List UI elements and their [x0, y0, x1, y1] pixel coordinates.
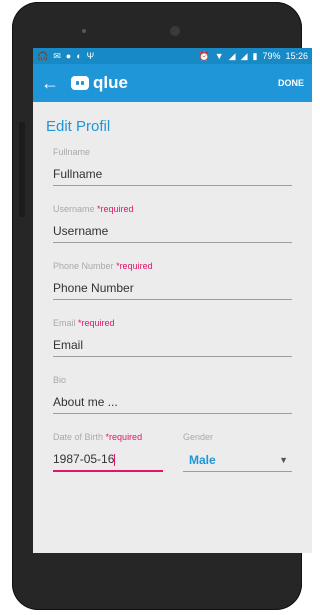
qlue-logo-icon: [71, 76, 89, 90]
fullname-label: Fullname: [53, 147, 91, 157]
email-required: *required: [78, 318, 115, 328]
phone-frame: 🎧 ✉ ● ◐ Ψ ⏰ ▼ ◢ ◢ ▮ 79% 15:26 ← qlue DON…: [12, 2, 312, 610]
gender-label: Gender: [183, 432, 214, 442]
signal-icon: ◢: [228, 50, 236, 61]
front-camera: [170, 26, 180, 36]
email-input[interactable]: Email: [53, 330, 292, 357]
clock: 15:26: [285, 51, 308, 61]
alarm-icon: ⏰: [198, 50, 210, 61]
username-field: Username *required Username: [53, 202, 292, 243]
gender-field: Gender Male ▼: [183, 430, 292, 472]
app-logo: qlue: [71, 73, 128, 93]
bio-input[interactable]: About me ...: [53, 387, 292, 414]
dob-label-text: Date of Birth: [53, 432, 104, 442]
logo-text: qlue: [93, 73, 128, 92]
phone-label: Phone Number *required: [53, 259, 292, 273]
phone-label-text: Phone Number: [53, 261, 114, 271]
dob-gender-row: Date of Birth *required 1987-05-16 Gende…: [53, 430, 292, 472]
back-arrow-icon[interactable]: ←: [41, 73, 63, 94]
edit-profile-form: Edit Profil Fullname Fullname Username *…: [33, 118, 312, 472]
dropdown-arrow-icon: ▼: [279, 455, 288, 465]
battery-percent: 79%: [262, 51, 281, 61]
done-button[interactable]: DONE: [278, 78, 304, 88]
dob-value: 1987-05-16: [53, 452, 115, 466]
phone-input[interactable]: Phone Number: [53, 273, 292, 300]
headphones-icon: 🎧: [37, 50, 49, 61]
fullname-field: Fullname Fullname: [53, 145, 292, 186]
phone-required: *required: [116, 261, 153, 271]
gender-value: Male: [189, 453, 216, 467]
dob-input[interactable]: 1987-05-16: [53, 444, 163, 472]
username-input[interactable]: Username: [53, 216, 292, 243]
chat-icon: ●: [65, 50, 72, 61]
email-label: Email *required: [53, 316, 292, 330]
gender-select[interactable]: Male ▼: [183, 444, 292, 472]
message-icon: ✉: [53, 50, 61, 61]
bio-label: Bio: [53, 375, 67, 385]
status-bar: 🎧 ✉ ● ◐ Ψ ⏰ ▼ ◢ ◢ ▮ 79% 15:26: [33, 48, 312, 64]
screen: 🎧 ✉ ● ◐ Ψ ⏰ ▼ ◢ ◢ ▮ 79% 15:26 ← qlue DON…: [33, 48, 312, 553]
signal-2-icon: ◢: [240, 50, 248, 61]
page-title: Edit Profil: [46, 118, 111, 135]
usb-icon: Ψ: [86, 50, 95, 61]
email-label-text: Email: [53, 318, 76, 328]
bio-field: Bio About me ...: [53, 373, 292, 414]
status-left-icons: 🎧 ✉ ● ◐ Ψ: [37, 50, 95, 61]
username-label-text: Username: [53, 204, 95, 214]
headset-icon: ◐: [76, 50, 82, 61]
dob-field: Date of Birth *required 1987-05-16: [53, 430, 163, 472]
username-label: Username *required: [53, 202, 292, 216]
fullname-input[interactable]: Fullname: [53, 159, 292, 186]
battery-icon: ▮: [252, 50, 258, 61]
status-right-icons: ⏰ ▼ ◢ ◢ ▮ 79% 15:26: [199, 51, 308, 61]
dob-required: *required: [105, 432, 143, 442]
dob-label: Date of Birth *required: [53, 430, 163, 444]
username-required: *required: [97, 204, 134, 214]
app-bar: ← qlue DONE: [33, 64, 312, 102]
text-cursor: [114, 453, 116, 466]
speaker: [82, 29, 86, 33]
phone-field: Phone Number *required Phone Number: [53, 259, 292, 300]
email-field: Email *required Email: [53, 316, 292, 357]
side-button: [19, 122, 25, 217]
wifi-icon: ▼: [214, 50, 224, 61]
